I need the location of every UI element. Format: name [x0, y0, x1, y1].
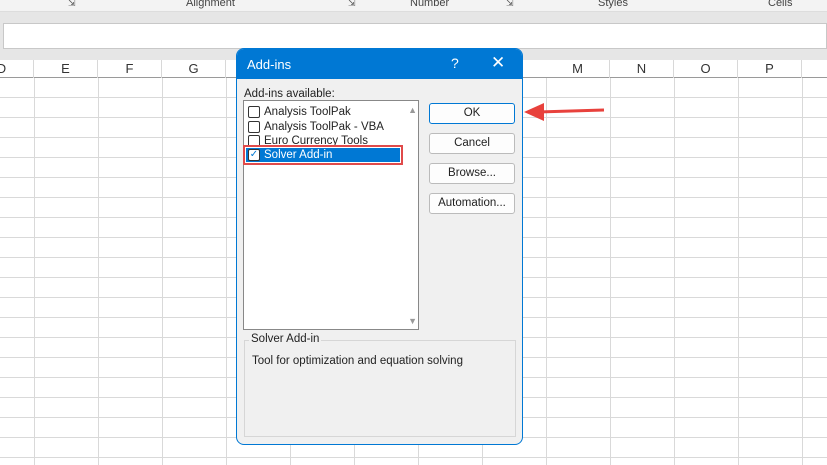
help-icon[interactable]: ? [451, 55, 459, 71]
red-arrow-annotation [524, 103, 605, 121]
dialog-launcher-icon[interactable]: ⇲ [348, 0, 356, 9]
item-label: Analysis ToolPak [264, 106, 351, 118]
dialog-launcher-icon[interactable]: ⇲ [506, 0, 514, 9]
add-in-description: Tool for optimization and equation solvi… [252, 355, 463, 367]
dialog-title: Add-ins [247, 57, 292, 72]
dialog-title-bar[interactable]: Add-ins ? ✕ [237, 49, 522, 79]
list-item[interactable]: Analysis ToolPak - VBA [246, 120, 400, 134]
add-ins-list[interactable]: Analysis ToolPak Analysis ToolPak - VBA … [243, 100, 419, 330]
list-item[interactable]: Analysis ToolPak [246, 105, 400, 119]
group-cells: Cells [768, 0, 793, 9]
checkbox[interactable] [248, 135, 260, 147]
column-header-f[interactable]: F [98, 60, 162, 78]
checkbox[interactable] [248, 106, 260, 118]
add-ins-available-label: Add-ins available: [244, 88, 335, 100]
checkbox[interactable] [248, 121, 260, 133]
automation-button[interactable]: Automation... [429, 193, 515, 214]
formula-bar[interactable] [3, 23, 827, 49]
group-styles: Styles [598, 0, 628, 9]
item-label: Euro Currency Tools [264, 135, 368, 147]
group-alignment: Alignment [186, 0, 235, 9]
column-header-g[interactable]: G [162, 60, 226, 78]
group-title: Solver Add-in [249, 333, 322, 345]
dialog-launcher-icon[interactable]: ⇲ [68, 0, 76, 9]
add-ins-dialog: Add-ins ? ✕ Add-ins available: Analysis … [236, 48, 523, 445]
column-header-n[interactable]: N [610, 60, 674, 78]
close-icon[interactable]: ✕ [491, 53, 505, 73]
scroll-down-icon[interactable]: ▼ [408, 316, 417, 326]
column-header-p[interactable]: P [738, 60, 802, 78]
group-number: Number [410, 0, 450, 9]
list-item[interactable]: Euro Currency Tools [246, 134, 400, 148]
item-label: Analysis ToolPak - VBA [264, 121, 384, 133]
ok-button[interactable]: OK [429, 103, 515, 124]
cancel-button[interactable]: Cancel [429, 133, 515, 154]
column-header-o[interactable]: O [674, 60, 738, 78]
scroll-up-icon[interactable]: ▲ [408, 105, 417, 115]
list-item-selected[interactable]: ✓ Solver Add-in [243, 145, 403, 165]
column-header-d[interactable]: D [0, 60, 34, 78]
column-header-e[interactable]: E [34, 60, 98, 78]
browse-button[interactable]: Browse... [429, 163, 515, 184]
ribbon: ⇲ Alignment ⇲ Number ⇲ Styles Cells [0, 0, 827, 12]
description-group: Solver Add-in Tool for optimization and … [244, 333, 516, 437]
item-label: Solver Add-in [264, 149, 333, 161]
column-header-m[interactable]: M [546, 60, 610, 78]
checkbox-checked[interactable]: ✓ [248, 149, 260, 161]
